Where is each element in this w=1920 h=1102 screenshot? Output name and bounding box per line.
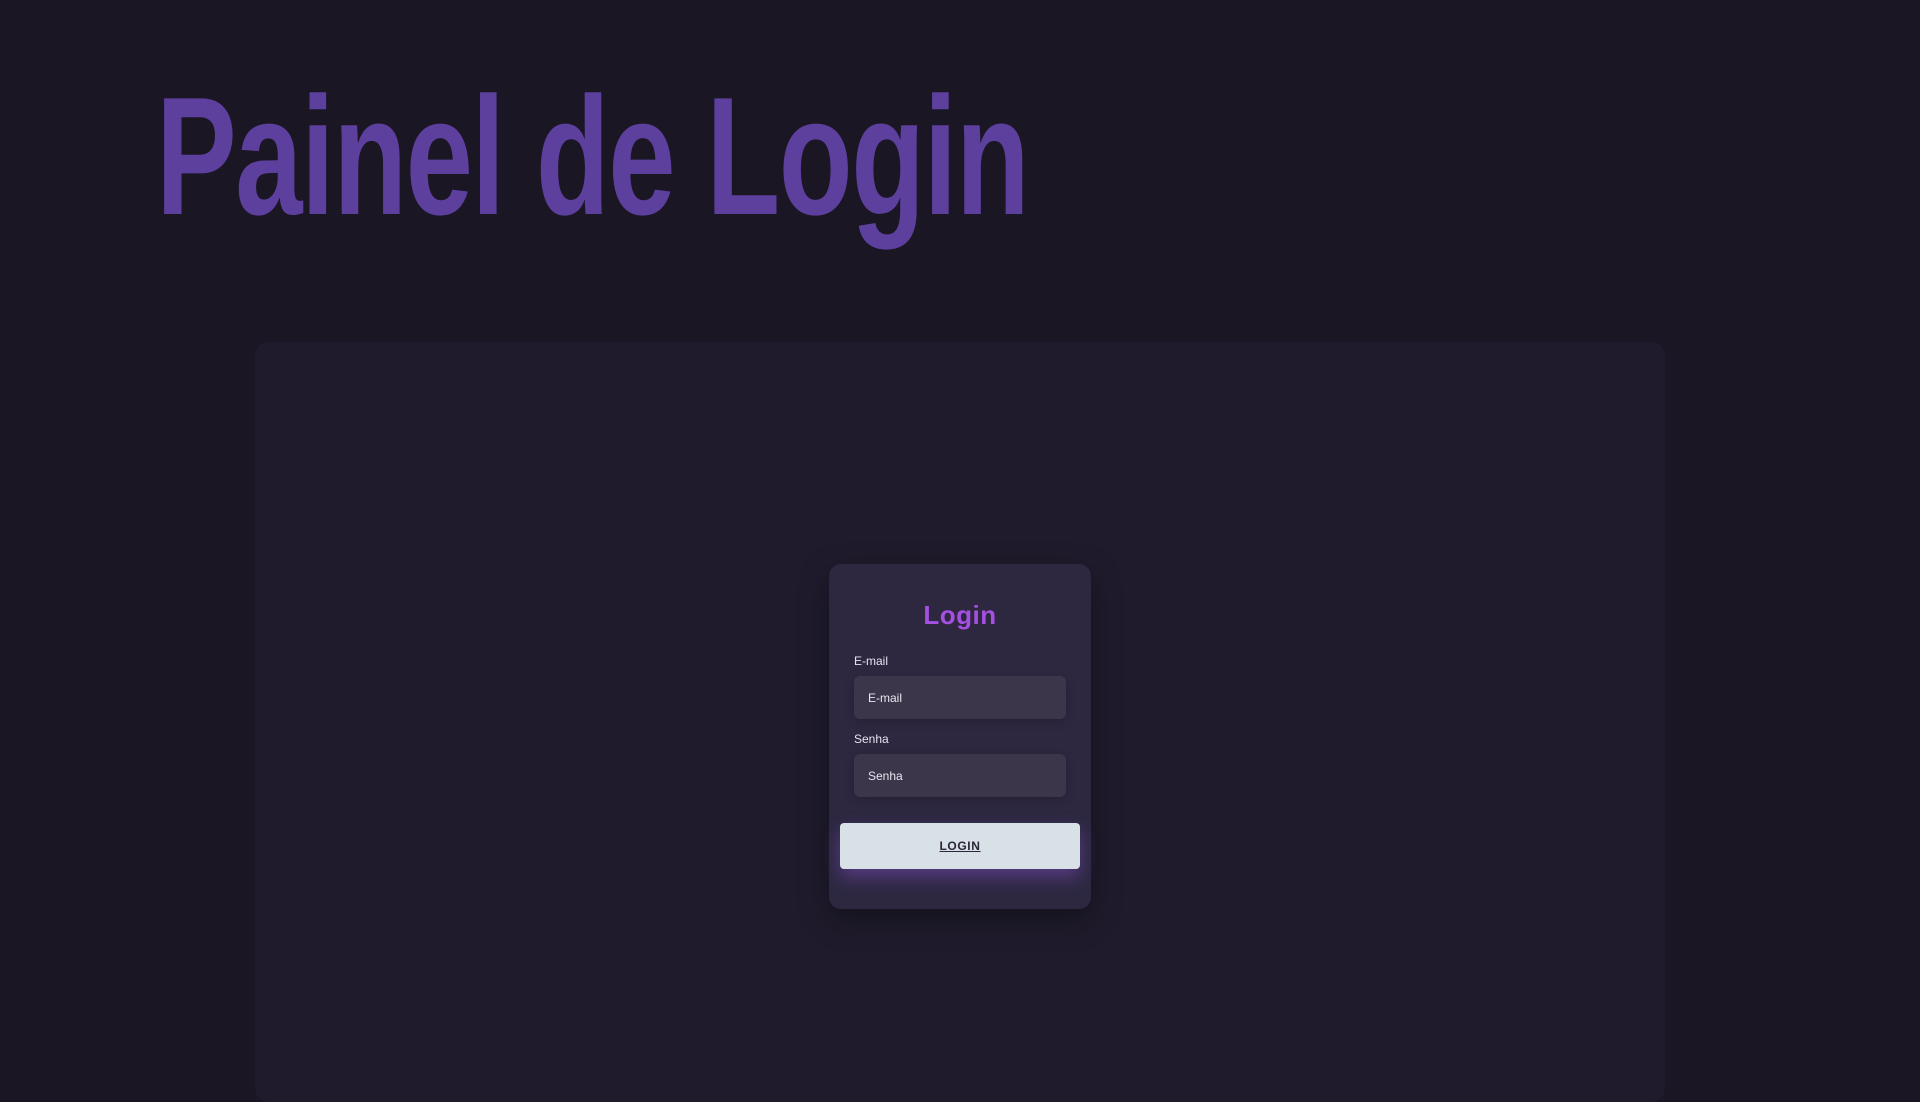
login-heading: Login: [923, 600, 997, 630]
login-card: Login E-mail Senha LOGIN: [829, 564, 1091, 909]
email-field[interactable]: [854, 676, 1066, 719]
email-label: E-mail: [854, 654, 889, 668]
login-button[interactable]: LOGIN: [840, 823, 1080, 869]
password-label: Senha: [854, 732, 889, 746]
password-field[interactable]: [854, 754, 1066, 797]
page-title: Painel de Login: [156, 62, 1030, 250]
